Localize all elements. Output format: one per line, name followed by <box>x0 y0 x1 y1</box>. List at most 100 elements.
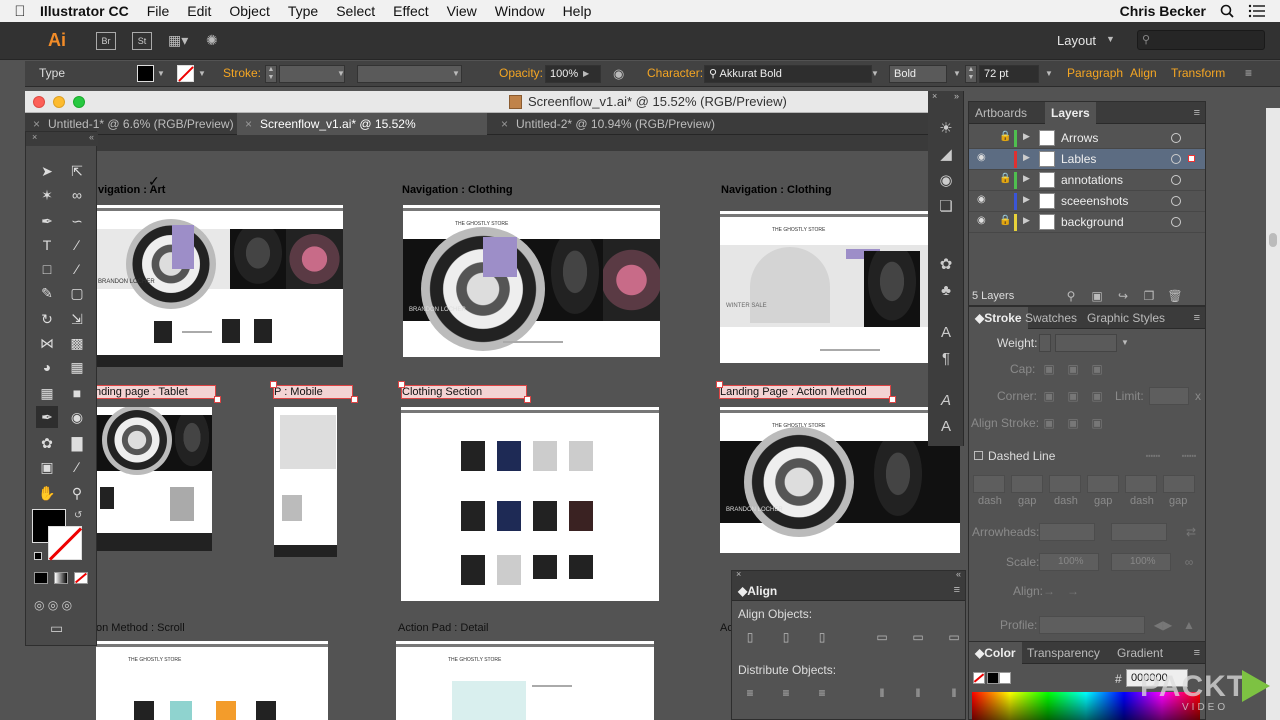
magic-wand-tool-icon[interactable]: ✶ <box>36 184 58 206</box>
limit-field[interactable] <box>1149 387 1189 405</box>
align-dash-corners-icon[interactable]: ┅┅ <box>1173 448 1205 464</box>
vertical-align-top-icon[interactable]: ▭ <box>872 629 892 645</box>
flip-along-icon[interactable]: ◀▶ <box>1153 617 1173 633</box>
artboard-action-method-scroll[interactable]: THE GHOSTLY STORE <box>96 641 328 720</box>
panel-menu-icon[interactable]: ≡ <box>1194 647 1200 659</box>
collapse-icon[interactable]: « <box>956 569 961 579</box>
lock-icon[interactable]: 🔒 <box>999 173 1011 184</box>
expand-icon[interactable]: » <box>954 91 959 101</box>
artboard-label-selected[interactable]: Clothing Section <box>401 385 527 399</box>
delete-layer-icon[interactable]: 🗑 <box>1165 288 1185 304</box>
butt-cap-icon[interactable]: ▣ <box>1039 361 1059 377</box>
tab-layers[interactable]: Layers <box>1045 102 1096 124</box>
hand-tool-icon[interactable]: ✋ <box>36 482 58 504</box>
character-panel-link[interactable]: Character: <box>647 66 703 80</box>
weight-stepper[interactable] <box>1039 334 1051 352</box>
spotlight-search-icon[interactable] <box>1220 4 1234 18</box>
menu-type[interactable]: Type <box>288 3 318 19</box>
panel-menu-icon[interactable]: ≡ <box>1194 107 1200 119</box>
tab-color[interactable]: ◆Color <box>969 642 1022 664</box>
variable-width-profile-dropdown[interactable] <box>357 65 462 83</box>
close-tab-icon[interactable]: × <box>245 117 252 131</box>
arrow-place-icon[interactable]: → <box>1063 583 1083 599</box>
dash-field-2[interactable] <box>1049 475 1081 493</box>
symbol-sprayer-tool-icon[interactable]: ✿ <box>36 432 58 454</box>
tab-transparency[interactable]: Transparency <box>1021 642 1106 664</box>
glyphs-icon[interactable]: A <box>936 391 956 411</box>
column-graph-tool-icon[interactable]: ▇ <box>66 432 88 454</box>
zoom-tool-icon[interactable]: ⚲ <box>66 482 88 504</box>
layer-row-screenshots[interactable]: ◉ ▶ sceeenshots <box>969 191 1205 212</box>
white-color-swatch[interactable] <box>999 672 1011 684</box>
start-arrowhead-dropdown[interactable] <box>1039 523 1095 541</box>
transform-panel-link[interactable]: Transform <box>1171 66 1225 80</box>
layer-target-icon[interactable] <box>1171 175 1181 185</box>
preserve-dash-icon[interactable]: ┅┅ <box>1137 448 1169 464</box>
direct-selection-tool-icon[interactable]: ⇱ <box>66 160 88 182</box>
projecting-cap-icon[interactable]: ▣ <box>1087 361 1107 377</box>
paintbrush-tool-icon[interactable]: ⁄ <box>66 258 88 280</box>
artboard-mobile[interactable] <box>274 407 337 557</box>
visibility-eye-icon[interactable]: ◉ <box>977 152 991 163</box>
pen-tool-icon[interactable]: ✒ <box>36 210 58 232</box>
expand-triangle-icon[interactable]: ▶ <box>1023 194 1030 205</box>
tab-screenflow[interactable]: ×Screenflow_v1.ai* @ 15.52% (RGB/Preview… <box>237 113 487 153</box>
menu-edit[interactable]: Edit <box>187 3 211 19</box>
stock-button[interactable]: St <box>132 31 152 50</box>
menu-view[interactable]: View <box>447 3 477 19</box>
expand-triangle-icon[interactable]: ▶ <box>1023 215 1030 226</box>
artboard-tool-icon[interactable]: ▣ <box>36 456 58 478</box>
weight-field[interactable] <box>1055 334 1117 352</box>
gpu-performance-icon[interactable]: ✺ <box>206 32 218 49</box>
expand-triangle-icon[interactable]: ▶ <box>1023 131 1030 142</box>
selection-handle[interactable] <box>889 396 896 403</box>
new-layer-icon[interactable]: ❐ <box>1139 288 1159 304</box>
artboard-clothing-section[interactable] <box>401 407 659 601</box>
bevel-join-icon[interactable]: ▣ <box>1087 388 1107 404</box>
minimize-window-button[interactable] <box>53 96 65 108</box>
character-styles-icon[interactable]: A <box>936 323 956 343</box>
line-segment-tool-icon[interactable]: ∕ <box>66 234 88 256</box>
close-tab-icon[interactable]: × <box>33 117 40 131</box>
vertical-scrollbar[interactable] <box>1266 108 1280 720</box>
vertical-align-bottom-icon[interactable]: ▭ <box>944 629 964 645</box>
opacity-arrow-icon[interactable]: ▶ <box>583 69 589 78</box>
gap-field-2[interactable] <box>1087 475 1119 493</box>
lock-icon[interactable]: 🔒 <box>999 215 1011 226</box>
menu-help[interactable]: Help <box>563 3 592 19</box>
align-panel-title[interactable]: ◆Align <box>738 584 777 598</box>
puppet-icon[interactable]: ✿ <box>936 255 956 275</box>
eraser-tool-icon[interactable]: ▢ <box>66 282 88 304</box>
brushes-icon[interactable]: ◢ <box>936 145 956 165</box>
font-style-field[interactable]: Bold <box>889 65 947 83</box>
layer-selection-indicator[interactable] <box>1188 155 1195 162</box>
opacity-panel-link[interactable]: Opacity: <box>499 66 543 80</box>
stroke-weight-chevron-down-icon[interactable]: ▼ <box>337 69 345 78</box>
tab-artboards[interactable]: Artboards <box>969 102 1033 124</box>
horizontal-distribute-center-icon[interactable]: ‖ <box>908 685 928 701</box>
artboard-navigation-clothing-2[interactable]: THE GHOSTLY STORE WINTER SALE <box>720 211 960 363</box>
clubs-icon[interactable]: ♣ <box>936 281 956 301</box>
pencil-tool-icon[interactable]: ✎ <box>36 282 58 304</box>
menu-window[interactable]: Window <box>495 3 545 19</box>
layer-row-arrows[interactable]: 🔒 ▶ Arrows <box>969 128 1205 149</box>
artboard-action-pad-detail[interactable]: THE GHOSTLY STORE <box>396 641 654 720</box>
type-tool-icon[interactable]: T <box>36 234 58 256</box>
profile-dropdown[interactable] <box>1039 616 1145 634</box>
expand-triangle-icon[interactable]: ▶ <box>1023 173 1030 184</box>
gap-field-1[interactable] <box>1011 475 1043 493</box>
selection-handle[interactable] <box>214 396 221 403</box>
screen-mode-icon[interactable]: ▭ <box>50 620 63 637</box>
black-color-swatch[interactable] <box>987 672 999 684</box>
rotate-tool-icon[interactable]: ↻ <box>36 308 58 330</box>
recolor-artwork-icon[interactable]: ◉ <box>613 66 624 82</box>
panel-menu-icon[interactable]: ≡ <box>1194 312 1200 324</box>
visibility-eye-icon[interactable]: ◉ <box>977 194 991 205</box>
locate-object-icon[interactable]: ⚲ <box>1061 288 1081 304</box>
visibility-eye-icon[interactable]: ◉ <box>977 215 991 226</box>
arrange-documents-icon[interactable]: ▦▾ <box>168 32 196 50</box>
collapse-icon[interactable]: « <box>89 132 94 142</box>
round-join-icon[interactable]: ▣ <box>1063 388 1083 404</box>
artboard-label-selected[interactable]: nding page : Tablet <box>96 385 216 399</box>
vertical-align-center-icon[interactable]: ▭ <box>908 629 928 645</box>
